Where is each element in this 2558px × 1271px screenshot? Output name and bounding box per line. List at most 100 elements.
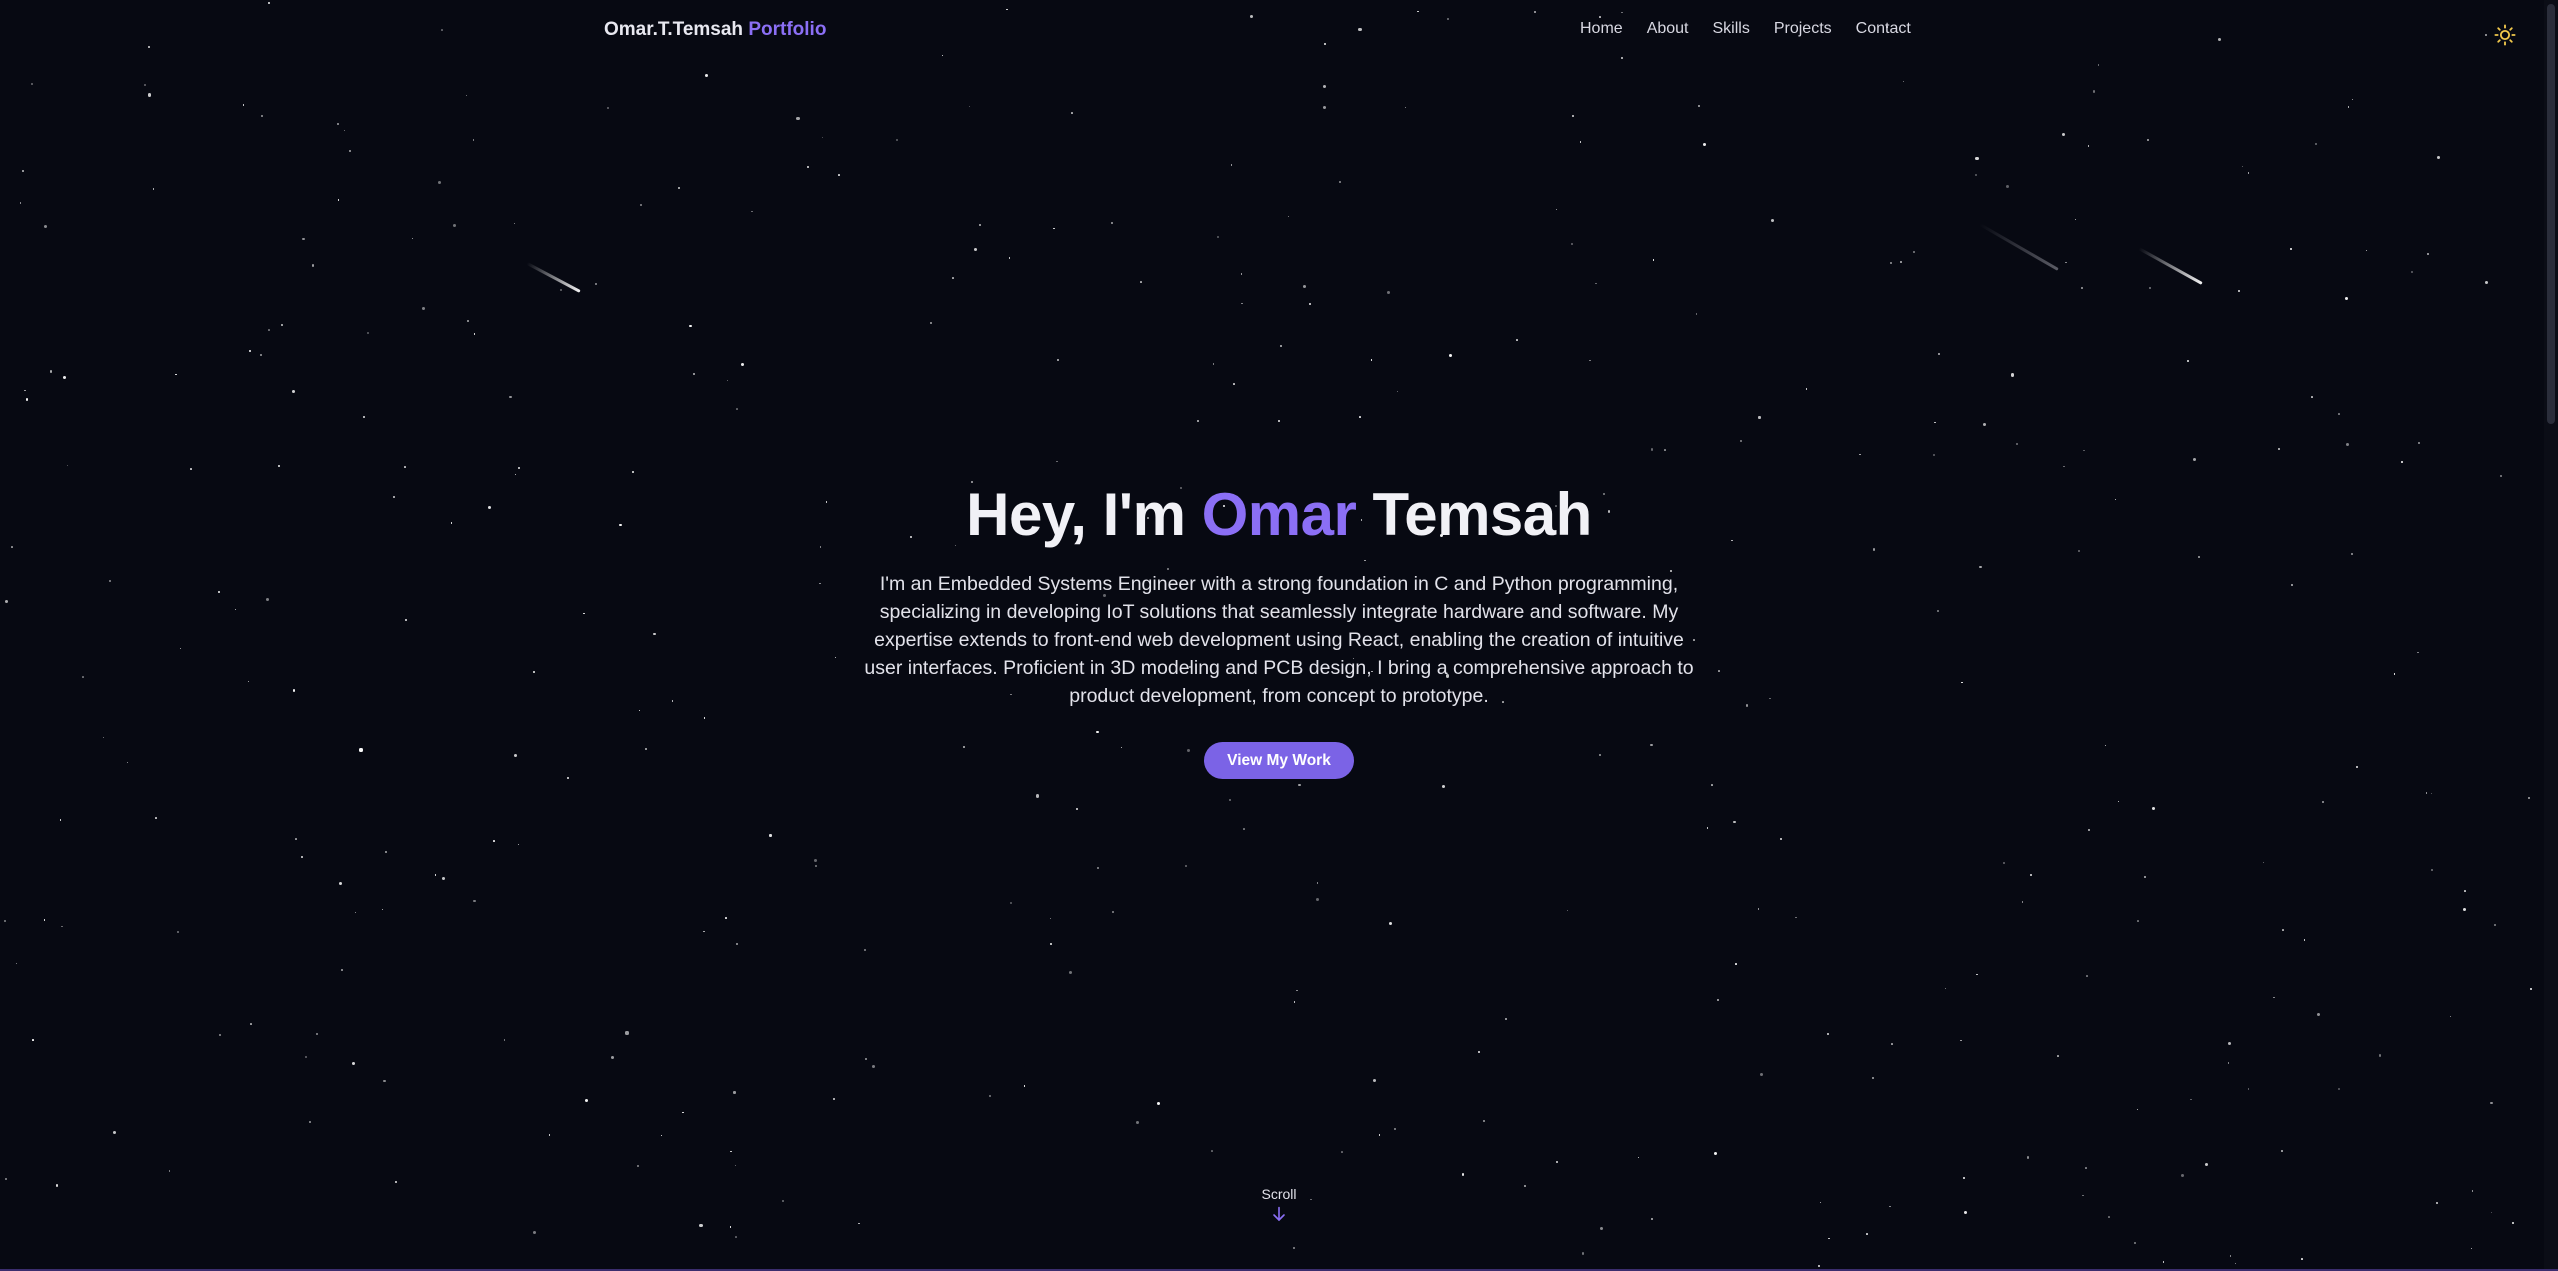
star <box>175 373 177 376</box>
star <box>2347 106 2349 108</box>
star <box>1974 173 1977 176</box>
star <box>2087 828 2090 831</box>
star <box>1963 1210 1967 1214</box>
star <box>384 851 387 854</box>
star <box>815 864 818 868</box>
star <box>979 223 982 227</box>
star <box>1156 1101 1160 1105</box>
star <box>1049 943 1052 946</box>
star <box>1483 1120 1486 1123</box>
star <box>2065 261 2067 264</box>
star <box>242 104 245 106</box>
star <box>1461 1173 1464 1176</box>
nav-links: Home About Skills Projects Contact <box>1580 20 1935 38</box>
star <box>343 129 346 132</box>
star <box>61 925 63 928</box>
star <box>19 202 22 204</box>
star <box>1572 114 1575 117</box>
theme-toggle-button[interactable] <box>2492 22 2518 48</box>
nav-link-home[interactable]: Home <box>1580 20 1623 38</box>
star <box>2436 1201 2439 1204</box>
star <box>453 224 457 228</box>
star <box>2062 132 2066 137</box>
scroll-indicator[interactable]: Scroll <box>1229 1186 1329 1222</box>
star <box>2500 474 2503 477</box>
star <box>1322 85 1327 89</box>
star <box>1233 383 1235 385</box>
star <box>1243 828 1245 830</box>
page-scrollbar[interactable] <box>2544 0 2558 1271</box>
star <box>1902 80 1905 82</box>
star <box>741 362 745 366</box>
star <box>311 264 314 267</box>
star <box>1579 141 1582 143</box>
star <box>1008 257 1010 259</box>
star <box>2529 987 2532 991</box>
star <box>1287 215 1290 218</box>
star <box>729 1226 732 1228</box>
star <box>1702 142 1706 147</box>
star <box>1938 352 1941 355</box>
star <box>2322 800 2325 803</box>
star <box>513 222 515 225</box>
star <box>2345 297 2349 301</box>
star <box>62 376 66 380</box>
star <box>1388 921 1392 926</box>
nav-link-about[interactable]: About <box>1647 20 1689 38</box>
view-my-work-button[interactable]: View My Work <box>1204 742 1354 779</box>
star <box>383 1079 386 1082</box>
star <box>1441 784 1445 788</box>
nav-link-skills[interactable]: Skills <box>1713 20 1750 38</box>
star <box>1571 243 1574 246</box>
star <box>55 1184 59 1187</box>
star <box>349 149 352 152</box>
star <box>821 136 824 139</box>
star <box>625 1031 629 1035</box>
star <box>250 1023 252 1025</box>
star <box>2351 98 2354 101</box>
star <box>863 949 866 952</box>
brand-logo[interactable]: Omar.T.Temsah Portfolio <box>604 19 826 41</box>
star <box>736 408 738 410</box>
star <box>730 1150 732 1153</box>
star <box>517 843 520 846</box>
star <box>1211 1150 1213 1152</box>
star <box>1960 1039 1962 1041</box>
star <box>559 289 562 292</box>
star <box>1298 783 1301 786</box>
star <box>1053 227 1055 230</box>
star <box>66 464 69 466</box>
nav-link-contact[interactable]: Contact <box>1856 20 1911 38</box>
scrollbar-thumb[interactable] <box>2547 4 2555 424</box>
star <box>796 116 800 120</box>
nav-link-projects[interactable]: Projects <box>1774 20 1832 38</box>
star <box>2057 1055 2059 1057</box>
star <box>2303 939 2305 941</box>
star <box>1322 106 1326 110</box>
hero-section: Hey, I'm Omar Temsah I'm an Embedded Sys… <box>0 480 2558 779</box>
star <box>733 1091 736 1094</box>
star <box>517 466 521 469</box>
star <box>2241 165 2244 167</box>
star <box>1111 910 1114 913</box>
star <box>2010 373 2014 377</box>
star <box>1277 419 1281 423</box>
star <box>1359 416 1361 418</box>
star <box>190 468 192 470</box>
star <box>1394 1127 1397 1130</box>
star <box>362 415 365 418</box>
star <box>434 874 437 876</box>
star <box>472 139 475 141</box>
star <box>689 325 692 328</box>
star <box>259 353 262 356</box>
star <box>1217 235 1220 238</box>
star <box>2133 1241 2136 1244</box>
star <box>302 238 305 241</box>
star <box>1316 897 1320 901</box>
star <box>1516 339 1518 341</box>
star <box>411 237 414 240</box>
star <box>4 1178 7 1181</box>
star <box>1341 1151 1343 1153</box>
star <box>1056 460 1058 463</box>
star <box>1826 1032 1829 1035</box>
